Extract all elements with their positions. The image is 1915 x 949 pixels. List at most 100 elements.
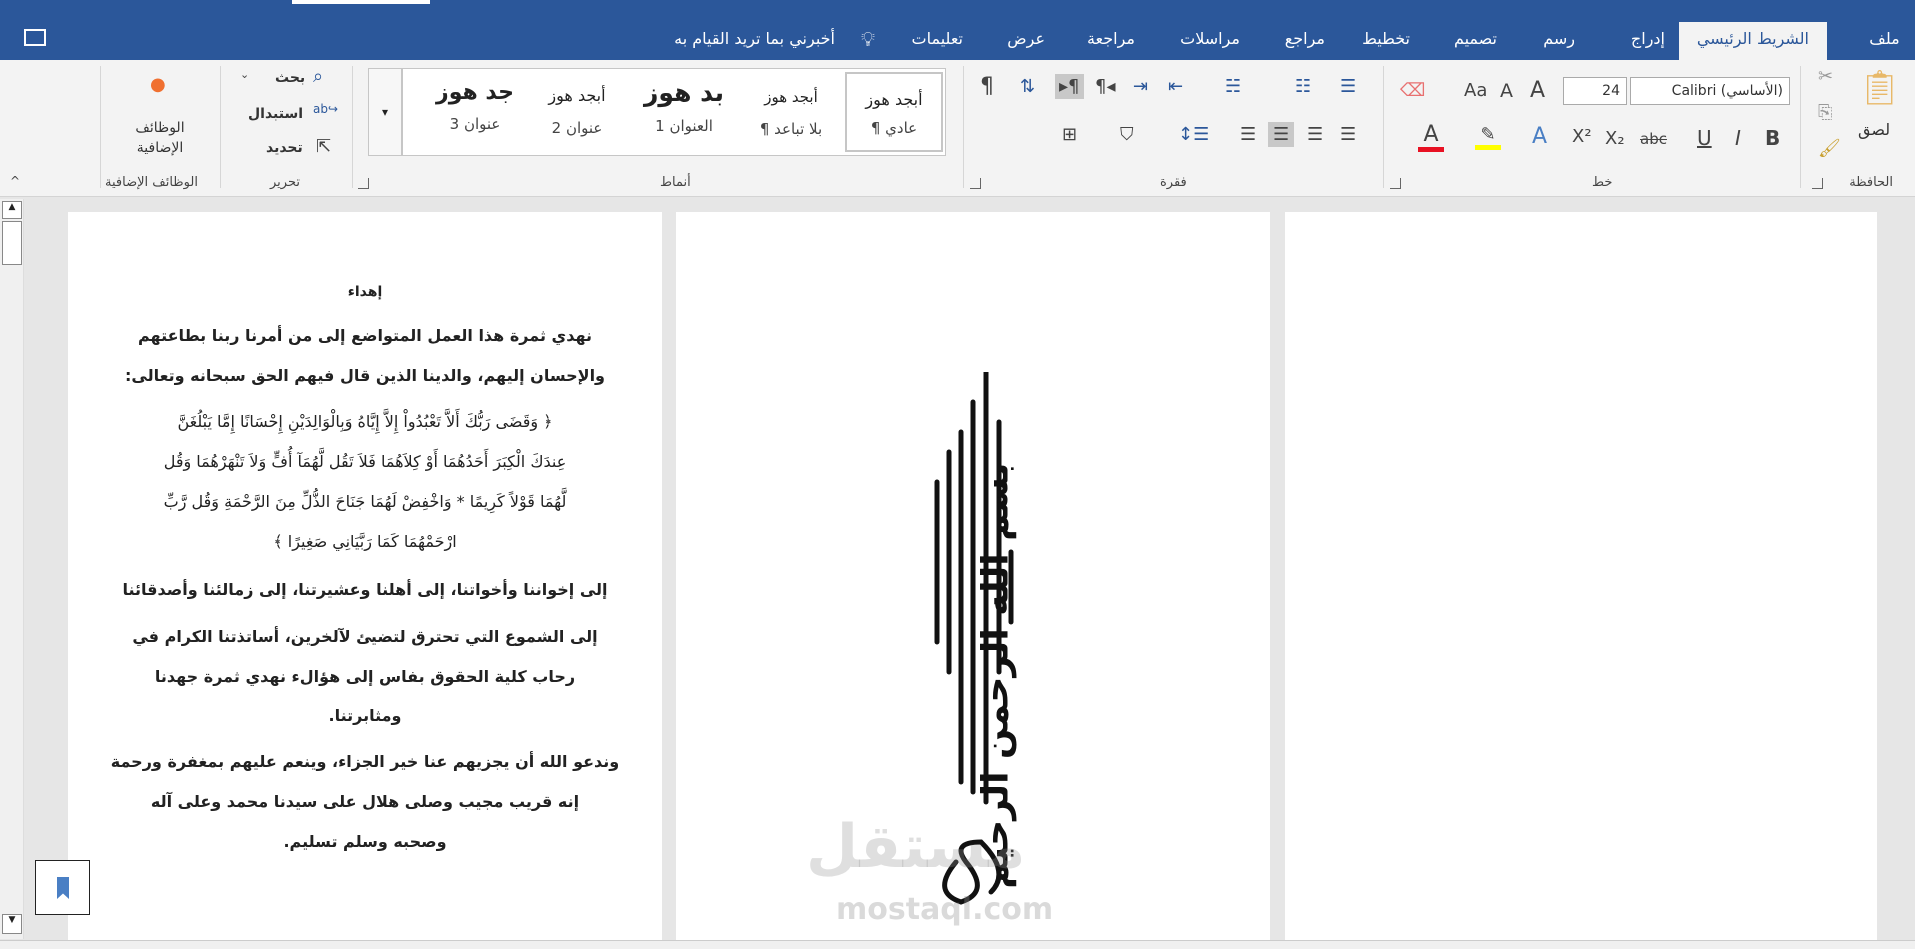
tab-file[interactable]: ملف	[1862, 22, 1907, 60]
style-sample: بد هوز	[644, 78, 724, 107]
styles-more-button[interactable]: ▾	[368, 68, 402, 156]
divider	[220, 66, 221, 188]
style-heading-3[interactable]: جد هوز عنوان 3	[425, 74, 525, 133]
style-sample: أبجد هوز	[548, 86, 606, 105]
scroll-down-button[interactable]: ▼	[2, 914, 22, 934]
borders-icon[interactable]: ⊞	[1062, 124, 1077, 145]
shading-icon[interactable]: ⛉	[1120, 124, 1134, 145]
tab-layout[interactable]: تخطيط	[1362, 22, 1410, 60]
superscript-button[interactable]: X²	[1572, 126, 1592, 147]
underline-button[interactable]: U	[1697, 126, 1712, 150]
select-button[interactable]: تحديد	[266, 140, 303, 156]
align-left-icon[interactable]: ☰	[1240, 124, 1256, 145]
tab-view[interactable]: عرض	[1007, 22, 1045, 60]
text-line: إنه قريب مجيب وصلى هلال على سيدنا محمد و…	[150, 792, 580, 811]
scroll-thumb[interactable]	[2, 221, 22, 265]
clipboard-launcher[interactable]	[1812, 178, 1823, 189]
addins-icon[interactable]: ●	[150, 74, 166, 95]
font-size-value: 24	[1602, 83, 1620, 99]
style-name: العنوان 1	[655, 117, 713, 135]
bookmark-panel-button[interactable]	[35, 860, 90, 915]
change-case-button[interactable]: Aa	[1464, 80, 1487, 101]
highlight-color-icon[interactable]: ✎	[1475, 124, 1501, 150]
text-line: إلى إخواننا وأخواتنا، إلى أهلنا وعشيرتنا…	[122, 580, 608, 599]
vertical-scrollbar[interactable]: ▲ ▼	[0, 199, 24, 939]
align-center-icon[interactable]: ☰	[1268, 122, 1295, 147]
multilevel-list-icon[interactable]: ☵	[1225, 76, 1241, 97]
group-label-font: خط	[1592, 175, 1613, 190]
format-painter-icon[interactable]: 🖌︎	[1818, 138, 1841, 159]
chevron-down-icon: ⌄	[240, 68, 250, 81]
clear-formatting-icon[interactable]: ⌫	[1400, 80, 1425, 101]
paragraph-launcher[interactable]	[970, 178, 981, 189]
bullets-icon[interactable]: ☰	[1340, 76, 1356, 97]
divider	[1383, 66, 1384, 188]
numbering-icon[interactable]: ☷	[1295, 76, 1311, 97]
style-heading-1[interactable]: بد هوز العنوان 1	[629, 74, 739, 135]
style-sample: أبجد هوز	[865, 90, 923, 109]
group-label-styles: أنماط	[660, 175, 691, 190]
line-spacing-icon[interactable]: ↕☰	[1178, 124, 1209, 145]
style-sample: أبجد هوز	[764, 88, 818, 106]
tab-draw[interactable]: رسم	[1543, 22, 1575, 60]
search-icon[interactable]: ⌕	[313, 66, 323, 87]
copy-icon[interactable]: ⎘	[1818, 102, 1832, 123]
replace-icon[interactable]: ab↪	[313, 102, 338, 116]
font-size-select[interactable]: 24	[1563, 77, 1627, 105]
style-name: عنوان 3	[449, 115, 501, 133]
font-color-icon[interactable]: A	[1418, 122, 1444, 152]
text-line: رحاب كلية الحقوق بفاس إلى هؤالء نهدي ثمر…	[154, 667, 576, 686]
align-right-icon[interactable]: ☰	[1307, 124, 1323, 145]
style-no-spacing[interactable]: أبجد هوز ¶ بلا تباعد	[741, 74, 841, 138]
sort-icon[interactable]: ⇅	[1020, 76, 1035, 97]
rtl-direction-icon[interactable]: ▸¶	[1055, 74, 1084, 99]
show-marks-icon[interactable]: ¶	[980, 74, 994, 99]
tab-mailings[interactable]: مراسلات	[1180, 22, 1240, 60]
replace-button[interactable]: استبدال	[248, 106, 303, 122]
divider	[1800, 66, 1801, 188]
text-line: وصحبه وسلم تسليم.	[283, 832, 447, 851]
find-button[interactable]: بحث	[275, 70, 305, 86]
bold-button[interactable]: B	[1765, 126, 1780, 150]
verse-line: عِندَكَ الْكِبَرَ أَحَدُهُمَا أَوْ كِلاَ…	[163, 452, 567, 471]
paste-icon[interactable]: 📋︎	[1858, 68, 1901, 108]
subscript-button[interactable]: X₂	[1605, 128, 1625, 149]
select-cursor-icon[interactable]: ⇱	[316, 136, 331, 157]
scroll-up-button[interactable]: ▲	[2, 201, 22, 219]
style-heading-2[interactable]: أبجد هوز عنوان 2	[527, 74, 627, 137]
styles-launcher[interactable]	[358, 178, 369, 189]
text-effects-icon[interactable]: A	[1532, 124, 1547, 149]
comment-icon[interactable]	[24, 29, 46, 46]
tab-home[interactable]: الشريط الرئيسي	[1678, 22, 1827, 60]
strikethrough-button[interactable]: abc	[1640, 130, 1667, 148]
tab-design[interactable]: تصميم	[1454, 22, 1497, 60]
shrink-font-icon[interactable]: A	[1500, 80, 1513, 102]
grow-font-icon[interactable]: A	[1530, 78, 1545, 103]
divider	[963, 66, 964, 188]
font-name-select[interactable]: Calibri (الأساسي)	[1630, 77, 1790, 105]
addins-button[interactable]: الوظائف الإضافية	[130, 118, 190, 158]
cut-icon[interactable]: ✂	[1818, 66, 1833, 87]
tab-references[interactable]: مراجع	[1285, 22, 1325, 60]
tab-insert[interactable]: إدراج	[1631, 22, 1665, 60]
tab-help[interactable]: تعليمات	[912, 22, 963, 60]
style-normal[interactable]: أبجد هوز ¶ عادي	[845, 72, 943, 152]
collapse-ribbon-icon[interactable]: ^	[10, 174, 20, 188]
text-line: نهدي ثمرة هذا العمل المتواضع إلى من أمرن…	[137, 326, 593, 345]
verse-line: لَّهُمَا قَوْلاً كَرِيمًا * وَاخْفِضْ لَ…	[163, 492, 567, 511]
tab-review[interactable]: مراجعة	[1087, 22, 1135, 60]
increase-indent-icon[interactable]: ⇥	[1133, 76, 1148, 97]
watermark-latin: mostaql.com	[836, 892, 1054, 927]
title-search-box[interactable]	[292, 0, 430, 4]
paste-button[interactable]: لصق	[1858, 120, 1890, 139]
align-justify-icon[interactable]: ☰	[1340, 124, 1356, 145]
style-name: ¶ بلا تباعد	[759, 120, 823, 138]
tell-me-search[interactable]: أخبرني بما تريد القيام به	[674, 22, 835, 60]
italic-button[interactable]: I	[1735, 126, 1741, 150]
decrease-indent-icon[interactable]: ⇤	[1168, 76, 1183, 97]
font-launcher[interactable]	[1390, 178, 1401, 189]
dedication-title: إهداء	[347, 284, 383, 300]
basmala-text: بسم الله الرحمن الرحيم	[975, 462, 1017, 889]
watermark-arabic: مستقل	[806, 812, 1026, 882]
ltr-direction-icon[interactable]: ¶◂	[1095, 76, 1116, 97]
